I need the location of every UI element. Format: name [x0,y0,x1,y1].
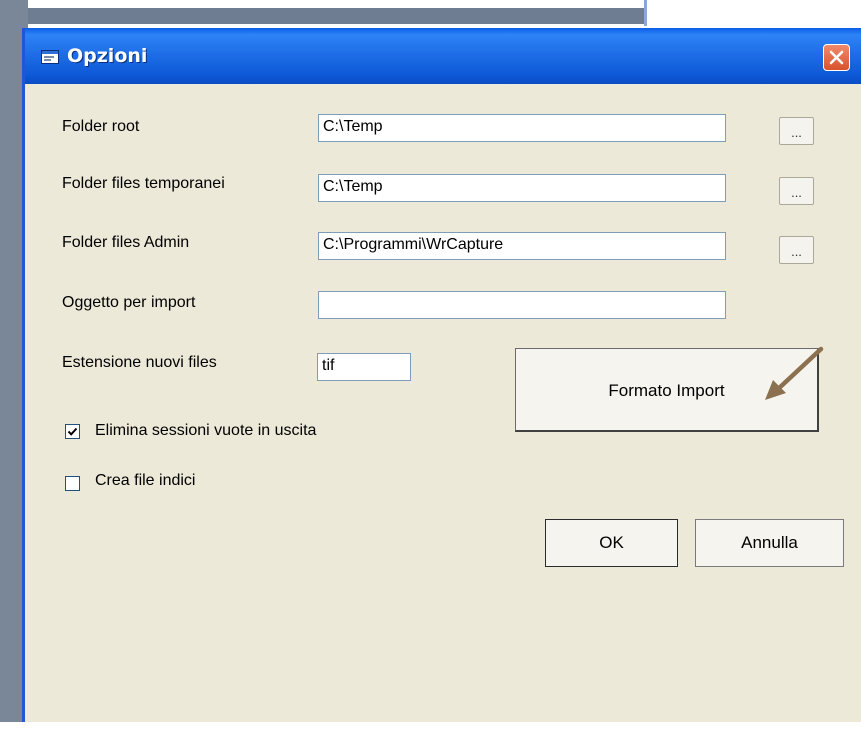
elimina-sessioni-checkbox[interactable] [65,424,80,439]
close-icon [829,50,844,65]
ok-button[interactable]: OK [545,519,678,567]
annulla-button[interactable]: Annulla [695,519,844,567]
app-window-icon [41,50,59,64]
title-bar[interactable]: Opzioni [25,28,861,84]
crea-file-indici-checkbox[interactable] [65,476,80,491]
options-dialog: Opzioni Folder root C:\Temp ... Folder f… [22,28,861,722]
estensione-field[interactable]: tif [317,353,411,381]
close-button[interactable] [823,44,850,71]
folder-root-label: Folder root [62,118,140,135]
pointer-arrow-icon [765,346,824,400]
background-window-strip [28,8,644,24]
folder-temp-label: Folder files temporanei [62,175,225,192]
folder-root-field[interactable]: C:\Temp [318,114,726,142]
checkmark-icon [67,427,78,436]
estensione-label: Estensione nuovi files [62,354,217,371]
background-divider [644,0,647,26]
folder-admin-label: Folder files Admin [62,234,190,251]
folder-temp-browse-button[interactable]: ... [779,177,814,205]
crea-file-indici-label[interactable]: Crea file indici [95,472,195,490]
elimina-sessioni-label[interactable]: Elimina sessioni vuote in uscita [95,422,316,440]
folder-temp-field[interactable]: C:\Temp [318,174,726,202]
oggetto-import-field[interactable] [318,291,726,319]
oggetto-import-label: Oggetto per import [62,294,196,311]
background-bottom [0,722,861,733]
folder-admin-browse-button[interactable]: ... [779,236,814,264]
folder-root-browse-button[interactable]: ... [779,117,814,145]
window-title: Opzioni [67,45,148,67]
folder-admin-field[interactable]: C:\Programmi\WrCapture [318,232,726,260]
